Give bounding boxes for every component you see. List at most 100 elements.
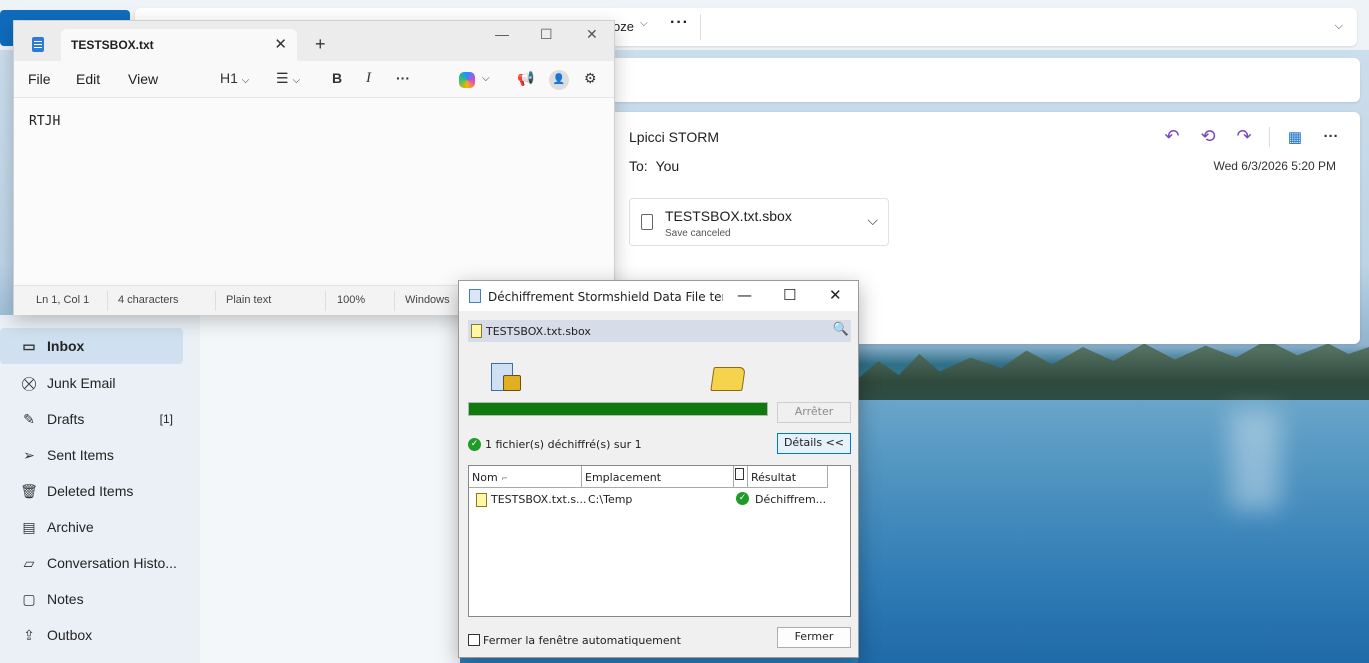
result-text: 1 fichier(s) déchiffré(s) sur 1: [485, 438, 642, 451]
actions-divider: [1269, 126, 1270, 147]
autoclose-label[interactable]: Fermer la fenêtre automatiquement: [483, 634, 681, 647]
folder-conversation-history[interactable]: ▱ Conversation Histo...: [0, 545, 183, 581]
column-header-location[interactable]: Emplacement: [582, 466, 734, 488]
menu-edit[interactable]: Edit: [76, 71, 100, 87]
column-header-name[interactable]: Nom ⌐: [469, 466, 582, 488]
list-dropdown[interactable]: ☰ ⌵: [276, 70, 300, 87]
sender-name[interactable]: Lpicci STORM: [629, 129, 719, 145]
column-header-status-icon[interactable]: [734, 466, 748, 488]
menu-view[interactable]: View: [128, 71, 158, 87]
message-toolbar-area: [610, 58, 1360, 102]
dialog-titlebar[interactable]: Déchiffrement Stormshield Data File term…: [459, 281, 858, 311]
notepad-app-icon: [32, 37, 44, 52]
chevron-down-icon[interactable]: ⌵: [482, 73, 490, 84]
dialog-title: Déchiffrement Stormshield Data File term…: [488, 290, 723, 304]
snooze-button[interactable]: oze: [613, 19, 634, 34]
apps-icon[interactable]: ▦: [1284, 128, 1306, 146]
chevron-down-icon[interactable]: ⌵: [640, 18, 648, 29]
status-divider: [107, 291, 108, 311]
attachment-card[interactable]: TESTSBOX.txt.sbox Save canceled ⌵: [629, 198, 889, 246]
recipient-name[interactable]: You: [656, 158, 680, 174]
status-divider: [394, 291, 395, 311]
close-tab-icon[interactable]: ✕: [274, 35, 287, 53]
file-icon: [476, 493, 487, 507]
magnifier-icon[interactable]: 🔍: [833, 322, 849, 337]
send-icon: ➢: [23, 446, 35, 463]
table-row[interactable]: TESTSBOX.txt.s... C:\Temp ✓ Déchiffrem..…: [469, 490, 850, 508]
success-check-icon: ✓: [468, 438, 481, 451]
minimize-icon[interactable]: —: [737, 286, 752, 304]
attachment-name: TESTSBOX.txt.sbox: [665, 208, 792, 224]
forward-icon[interactable]: ↷: [1233, 126, 1255, 147]
folder-drafts[interactable]: ✎ Drafts [1]: [0, 401, 183, 437]
close-button[interactable]: Fermer: [777, 627, 851, 648]
folder-sent-items[interactable]: ➢ Sent Items: [0, 437, 183, 473]
autoclose-checkbox[interactable]: [468, 634, 480, 646]
notes-icon: ▢: [22, 590, 36, 607]
open-folder-icon: [710, 367, 746, 391]
text-format: Plain text: [226, 294, 272, 306]
results-listview[interactable]: Nom ⌐ Emplacement Résultat TESTSBOX.txt.…: [468, 465, 851, 617]
trash-icon: 🗑: [20, 482, 38, 499]
reply-all-icon[interactable]: ⟲: [1197, 126, 1219, 147]
stormshield-app-icon: [469, 289, 481, 303]
message-list-pane: [200, 315, 460, 663]
folder-deleted-items[interactable]: 🗑 Deleted Items: [0, 473, 183, 509]
chevron-down-icon: ⌵: [241, 75, 250, 86]
more-tools-icon[interactable]: ···: [396, 70, 410, 86]
new-tab-icon[interactable]: +: [315, 34, 326, 55]
italic-icon[interactable]: I: [366, 70, 371, 87]
more-options-icon[interactable]: ···: [670, 14, 689, 32]
more-actions-icon[interactable]: ···: [1320, 128, 1342, 145]
folder-junk-email[interactable]: ⛒ Junk Email: [0, 365, 183, 401]
notepad-titlebar[interactable]: TESTSBOX.txt ✕ + — ☐ ✕: [14, 21, 614, 61]
notepad-editor[interactable]: RTJH: [14, 97, 614, 283]
stop-button[interactable]: Arrêter: [777, 402, 851, 423]
chevron-down-icon[interactable]: ⌵: [867, 212, 878, 229]
folder-label: Junk Email: [47, 375, 116, 391]
folder-inbox[interactable]: ▭ Inbox: [0, 328, 183, 364]
archive-icon: ▤: [22, 518, 36, 535]
document-icon: [735, 468, 744, 480]
bold-icon[interactable]: B: [332, 70, 342, 86]
megaphone-icon[interactable]: 📢: [517, 70, 534, 87]
details-button[interactable]: Détails <<: [777, 433, 851, 454]
notepad-tab[interactable]: TESTSBOX.txt ✕: [61, 29, 297, 61]
column-header-result[interactable]: Résultat: [748, 466, 828, 488]
tab-title: TESTSBOX.txt: [71, 38, 154, 52]
close-window-icon[interactable]: ✕: [586, 26, 598, 43]
account-avatar-icon[interactable]: 👤: [549, 70, 569, 90]
status-divider: [325, 291, 326, 311]
inbox-icon: ▭: [22, 337, 36, 354]
copilot-icon[interactable]: [459, 72, 475, 88]
status-divider: [215, 291, 216, 311]
maximize-icon[interactable]: ☐: [540, 26, 553, 43]
success-check-icon: ✓: [736, 492, 749, 505]
ribbon-divider: [700, 14, 701, 40]
row-location: C:\Temp: [588, 493, 633, 506]
column-label: Emplacement: [585, 471, 662, 484]
menu-file[interactable]: File: [28, 71, 51, 87]
attachment-status: Save canceled: [665, 228, 731, 239]
folder-notes[interactable]: ▢ Notes: [0, 581, 183, 617]
file-icon: [471, 324, 482, 338]
close-window-icon[interactable]: ✕: [829, 286, 842, 304]
row-result: Déchiffrem...: [755, 493, 827, 506]
folder-archive[interactable]: ▤ Archive: [0, 509, 183, 545]
folder-label: Deleted Items: [47, 483, 134, 499]
notepad-menubar: File Edit View H1 ⌵ ☰ ⌵ B I ··· ⌵ 📢 👤 ⚙: [14, 63, 614, 95]
bullet-list-icon: ☰: [276, 70, 289, 86]
zoom-level: 100%: [337, 294, 366, 306]
editor-content[interactable]: RTJH: [29, 114, 60, 129]
minimize-icon[interactable]: —: [495, 26, 509, 42]
settings-gear-icon[interactable]: ⚙: [584, 70, 597, 87]
listview-header: Nom ⌐ Emplacement Résultat: [469, 466, 850, 488]
progress-fill: [469, 403, 767, 415]
sort-icon: ⌐: [501, 474, 508, 483]
folder-outbox[interactable]: ⇪ Outbox: [0, 617, 183, 653]
folder-label: Archive: [47, 519, 94, 535]
collapse-ribbon-icon[interactable]: ⌵: [1335, 20, 1343, 33]
reply-icon[interactable]: ↶: [1161, 126, 1183, 147]
heading-dropdown[interactable]: H1 ⌵: [220, 70, 249, 86]
maximize-icon[interactable]: ☐: [783, 286, 796, 304]
